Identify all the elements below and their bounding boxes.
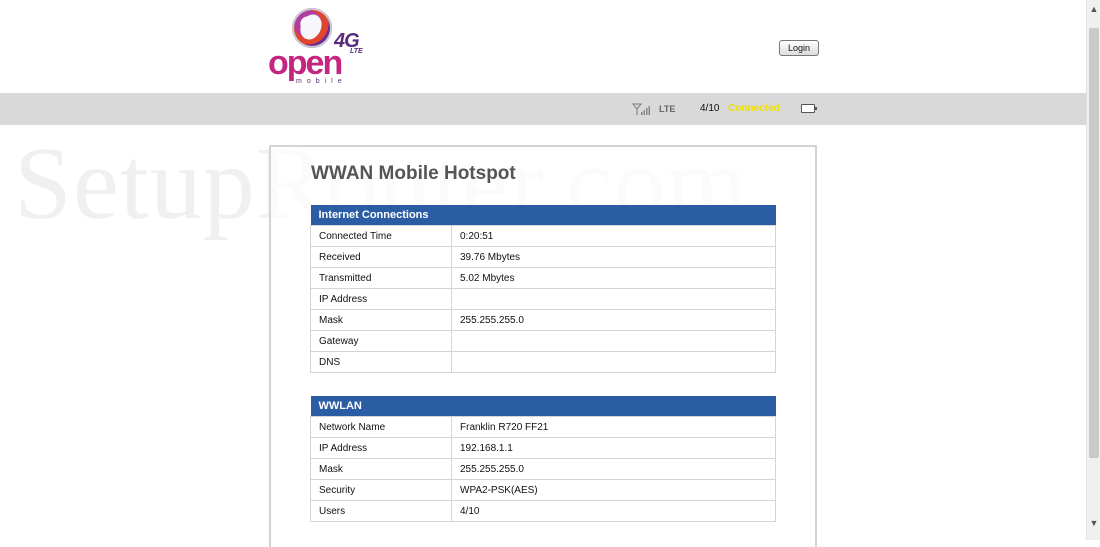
page-title: WWAN Mobile Hotspot: [311, 163, 516, 184]
table-row: Security WPA2-PSK(AES): [310, 479, 776, 501]
header: 4G LTE open mobile Login: [0, 0, 1086, 93]
table-row: Mask 255.255.255.0: [310, 458, 776, 480]
table-row: Transmitted 5.02 Mbytes: [310, 267, 776, 289]
internet-connections-table: Internet Connections Connected Time 0:20…: [310, 205, 776, 373]
wwlan-heading: WWLAN: [310, 396, 776, 417]
row-value: 255.255.255.0: [451, 458, 776, 480]
internet-connections-heading: Internet Connections: [310, 205, 776, 226]
chevron-down-icon[interactable]: ▼: [1087, 516, 1100, 530]
scrollbar-thumb[interactable]: [1089, 28, 1099, 458]
row-label: Network Name: [310, 416, 452, 438]
row-value: WPA2-PSK(AES): [451, 479, 776, 501]
table-row: Users 4/10: [310, 500, 776, 522]
row-label: Users: [310, 500, 452, 522]
row-value: 0:20:51: [451, 225, 776, 247]
row-label: Gateway: [310, 330, 452, 352]
row-label: Connected Time: [310, 225, 452, 247]
row-value: [451, 288, 776, 310]
table-row: DNS: [310, 351, 776, 373]
open-mobile-logo: 4G LTE open mobile: [268, 6, 378, 88]
row-value: 192.168.1.1: [451, 437, 776, 459]
network-type-label: LTE: [659, 104, 676, 114]
logo-mobile-text: mobile: [296, 78, 347, 85]
row-value: Franklin R720 FF21: [451, 416, 776, 438]
row-label: Transmitted: [310, 267, 452, 289]
row-value: [451, 330, 776, 352]
row-value: 255.255.255.0: [451, 309, 776, 331]
login-button[interactable]: Login: [779, 40, 819, 56]
row-label: Received: [310, 246, 452, 268]
battery-icon: [801, 104, 817, 113]
row-label: Mask: [310, 309, 452, 331]
row-label: IP Address: [310, 288, 452, 310]
table-row: Connected Time 0:20:51: [310, 225, 776, 247]
logo-lte-text: LTE: [350, 48, 363, 55]
table-row: Gateway: [310, 330, 776, 352]
table-row: IP Address: [310, 288, 776, 310]
row-label: IP Address: [310, 437, 452, 459]
wwlan-table: WWLAN Network Name Franklin R720 FF21 IP…: [310, 396, 776, 522]
vertical-scrollbar[interactable]: ▲ ▼: [1086, 0, 1100, 540]
signal-strength-icon: [632, 103, 650, 115]
row-value: [451, 351, 776, 373]
row-label: Mask: [310, 458, 452, 480]
row-value: 5.02 Mbytes: [451, 267, 776, 289]
logo-brand-text: open: [268, 44, 343, 82]
connection-status: Connected: [728, 103, 780, 114]
table-row: Mask 255.255.255.0: [310, 309, 776, 331]
row-label: DNS: [310, 351, 452, 373]
logo-swirl-icon: [292, 8, 332, 48]
row-value: 39.76 Mbytes: [451, 246, 776, 268]
connected-users-count: 4/10: [700, 103, 720, 114]
row-label: Security: [310, 479, 452, 501]
table-row: Network Name Franklin R720 FF21: [310, 416, 776, 438]
table-row: Received 39.76 Mbytes: [310, 246, 776, 268]
chevron-up-icon[interactable]: ▲: [1087, 2, 1100, 16]
row-value: 4/10: [451, 500, 776, 522]
status-bar: LTE 4/10 Connected: [0, 93, 1086, 125]
table-row: IP Address 192.168.1.1: [310, 437, 776, 459]
